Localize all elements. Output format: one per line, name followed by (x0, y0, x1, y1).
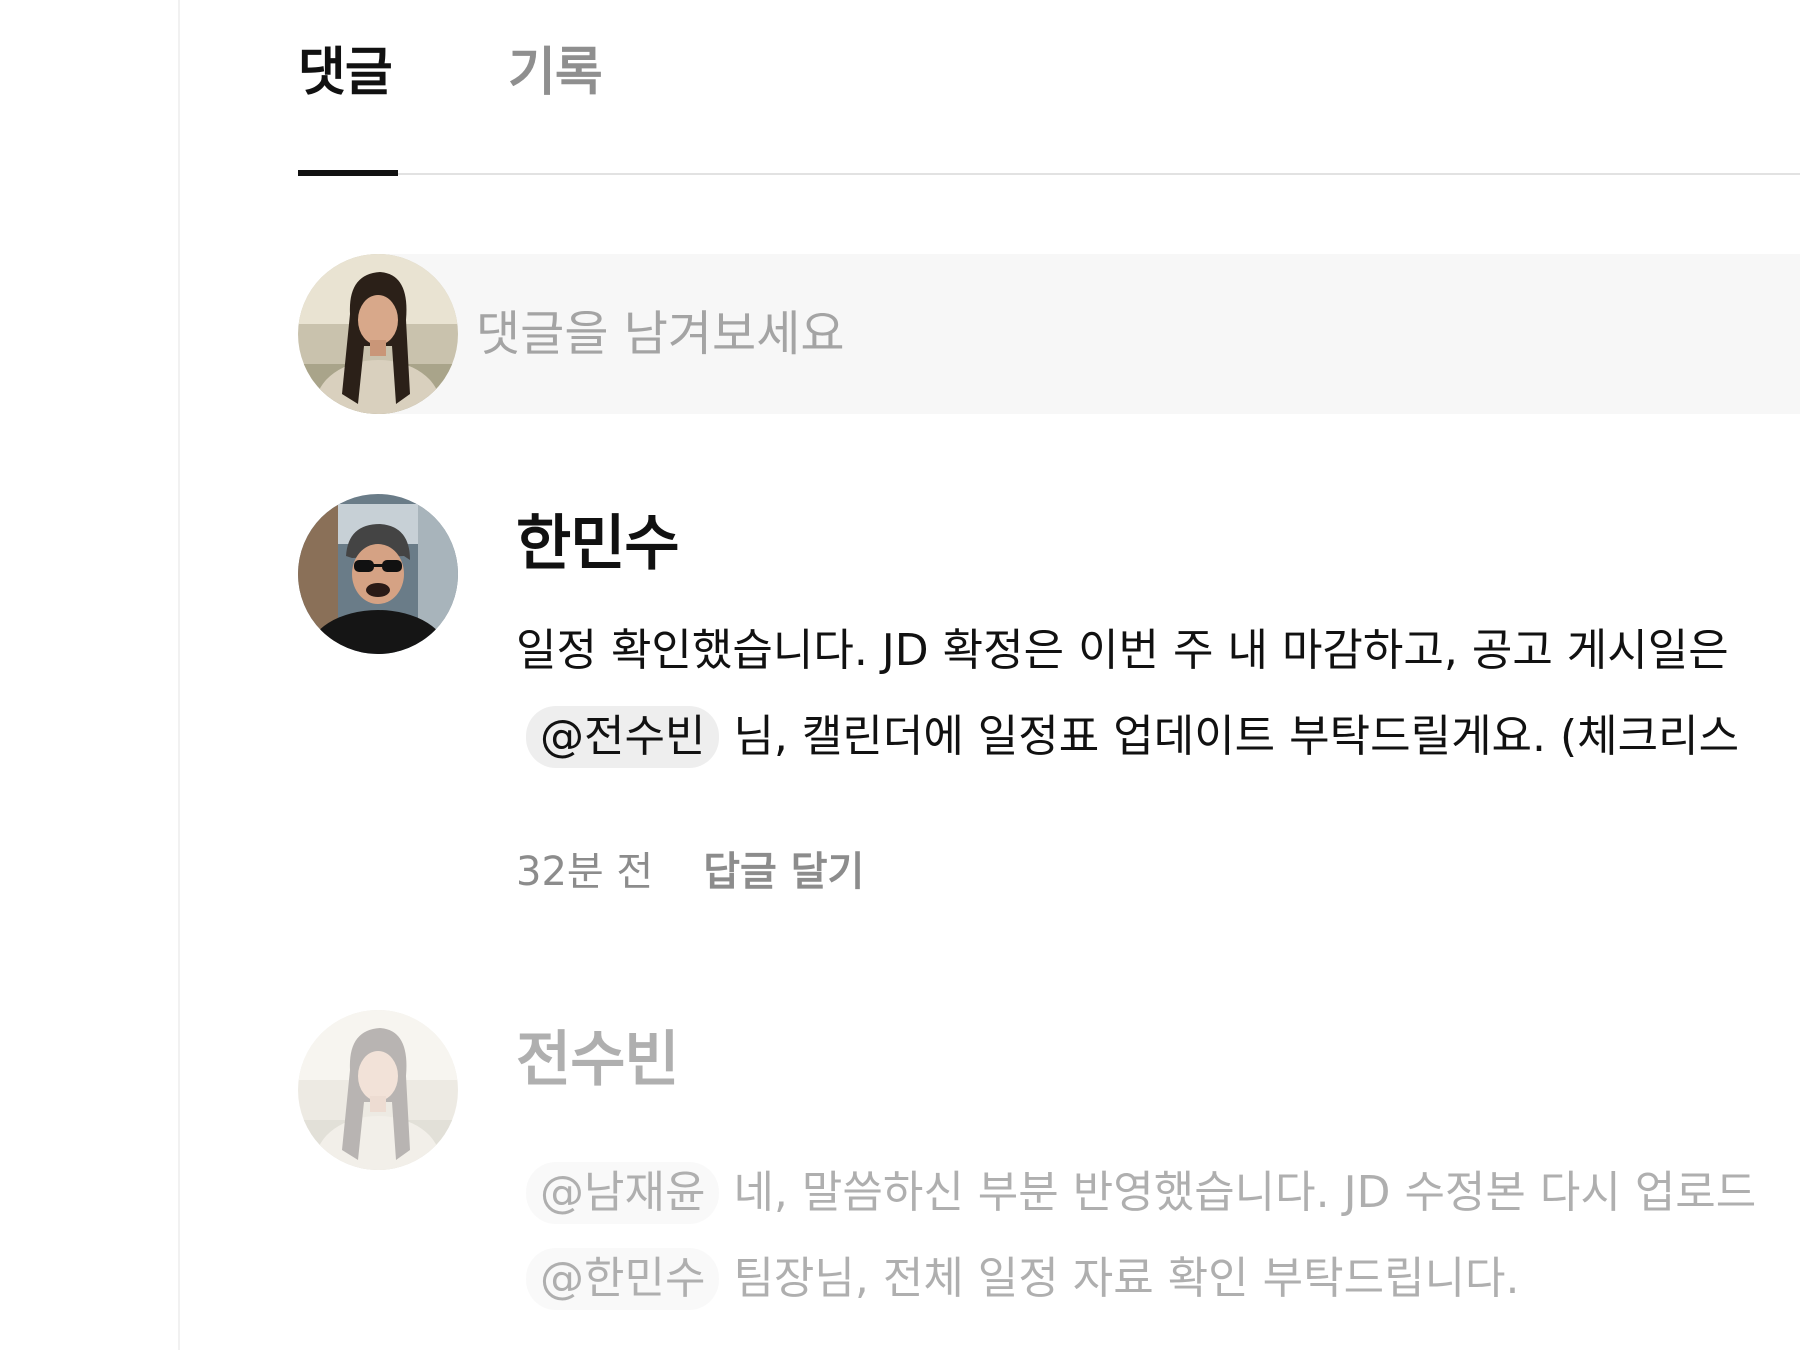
comment-text: 네, 말씀하신 부분 반영했습니다. JD 수정본 다시 업로드 (733, 1167, 1757, 1218)
comment-body: @남재윤 네, 말씀하신 부분 반영했습니다. JD 수정본 다시 업로드 @한민… (516, 1150, 1800, 1322)
tab-comments[interactable]: 댓글 (298, 38, 393, 108)
current-user-avatar (298, 254, 458, 414)
comment-line: @남재윤 네, 말씀하신 부분 반영했습니다. JD 수정본 다시 업로드 (516, 1150, 1800, 1236)
comment-author: 전수빈 (516, 1025, 680, 1095)
comment-composer (298, 254, 1800, 414)
comment-text: 팀장님, 전체 일정 자료 확인 부탁드립니다. (733, 1253, 1520, 1304)
tab-bar: 댓글 기록 (298, 0, 1800, 176)
sidebar-divider (178, 0, 180, 1350)
comment-text: 님, 캘린더에 일정표 업데이트 부탁드릴게요. (체크리스 (733, 711, 1740, 762)
tab-history-label: 기록 (508, 43, 603, 103)
mention-chip[interactable]: @한민수 (526, 1248, 720, 1310)
comment-line: 일정 확인했습니다. JD 확정은 이번 주 내 마감하고, 공고 게시일은 (516, 608, 1800, 694)
comment-timestamp: 32분 전 (516, 849, 654, 895)
comment-line: @전수빈 님, 캘린더에 일정표 업데이트 부탁드릴게요. (체크리스 (516, 694, 1800, 780)
comment-text: 일정 확인했습니다. JD 확정은 이번 주 내 마감하고, 공고 게시일은 (516, 625, 1729, 676)
comment-line: @한민수 팀장님, 전체 일정 자료 확인 부탁드립니다. (516, 1236, 1800, 1322)
comment-input[interactable] (476, 254, 1776, 414)
reply-button[interactable]: 답글 달기 (703, 849, 864, 895)
mention-chip[interactable]: @전수빈 (526, 706, 720, 768)
tab-comments-label: 댓글 (298, 43, 393, 103)
tab-history[interactable]: 기록 (508, 38, 603, 108)
commenter-avatar[interactable] (298, 494, 458, 654)
comment-meta: 32분 전 답글 달기 (516, 844, 864, 900)
comment-author: 한민수 (516, 509, 680, 579)
comment-item: 전수빈 @남재윤 네, 말씀하신 부분 반영했습니다. JD 수정본 다시 업로드… (298, 1010, 1800, 1350)
mention-chip[interactable]: @남재윤 (526, 1162, 720, 1224)
active-tab-indicator (298, 170, 398, 176)
commenter-avatar[interactable] (298, 1010, 458, 1170)
comment-body: 일정 확인했습니다. JD 확정은 이번 주 내 마감하고, 공고 게시일은 @… (516, 608, 1800, 780)
comment-item: 한민수 일정 확인했습니다. JD 확정은 이번 주 내 마감하고, 공고 게시… (298, 494, 1800, 914)
